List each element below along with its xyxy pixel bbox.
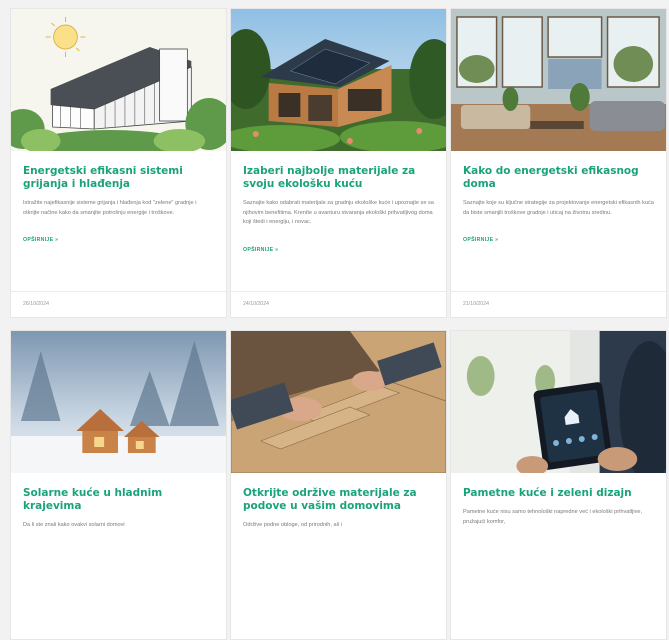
card-meta: 24/10/2024 [231, 291, 446, 317]
card-image-link[interactable] [231, 9, 446, 151]
blog-card[interactable]: Energetski efikasni sistemi grijanja i h… [10, 8, 227, 318]
wooden-house-solar-image [231, 9, 446, 151]
blog-card[interactable]: Izaberi najbolje materijale za svoju eko… [230, 8, 447, 318]
blog-grid: Energetski efikasni sistemi grijanja i h… [10, 8, 667, 640]
card-image-link[interactable] [451, 9, 666, 151]
card-image-link[interactable] [231, 331, 446, 473]
read-more-link[interactable]: OPŠIRNIJE » [463, 237, 498, 243]
blog-card[interactable]: Pametne kuće i zeleni dizajn Pametne kuć… [450, 330, 667, 640]
card-date: 26/10/2024 [23, 301, 49, 307]
blog-card[interactable]: Solarne kuće u hladnim krajevima Da li s… [10, 330, 227, 640]
card-excerpt: Istražite najefikasnije sisteme grijanja… [23, 200, 197, 216]
blog-card[interactable]: Otkrijte održive materijale za podove u … [230, 330, 447, 640]
card-image-link[interactable] [11, 9, 226, 151]
card-image-link[interactable] [451, 331, 666, 473]
card-excerpt: Održive podne obloge, od prirodnih, ali … [243, 522, 342, 528]
card-excerpt: Pametne kuće nisu samo tehnološki napred… [463, 509, 643, 525]
card-excerpt: Saznajte koje su ključne strategije za p… [463, 200, 654, 216]
read-more-link[interactable]: OPŠIRNIJE » [243, 247, 278, 253]
sketch-house-image [11, 9, 226, 151]
card-title[interactable]: Kako do energetski efikasnog doma [463, 165, 654, 191]
read-more-link[interactable]: OPŠIRNIJE » [23, 237, 58, 243]
card-title[interactable]: Otkrijte održive materijale za podove u … [243, 487, 434, 513]
living-room-image [451, 9, 666, 151]
card-title[interactable]: Energetski efikasni sistemi grijanja i h… [23, 165, 214, 191]
card-excerpt: Da li ste znali kako ovakvi solarni domo… [23, 522, 125, 528]
card-title[interactable]: Pametne kuće i zeleni dizajn [463, 487, 654, 500]
smart-tablet-image [451, 331, 666, 473]
card-title[interactable]: Solarne kuće u hladnim krajevima [23, 487, 214, 513]
card-title[interactable]: Izaberi najbolje materijale za svoju eko… [243, 165, 434, 191]
card-date: 24/10/2024 [243, 301, 269, 307]
card-date: 21/10/2024 [463, 301, 489, 307]
snow-cabin-image [11, 331, 226, 473]
card-meta: 21/10/2024 [451, 291, 666, 317]
floor-install-image [231, 331, 446, 473]
card-meta: 26/10/2024 [11, 291, 226, 317]
blog-card[interactable]: Kako do energetski efikasnog doma Saznaj… [450, 8, 667, 318]
card-image-link[interactable] [11, 331, 226, 473]
card-excerpt: Saznajte kako odabrati materijale za gra… [243, 200, 434, 225]
